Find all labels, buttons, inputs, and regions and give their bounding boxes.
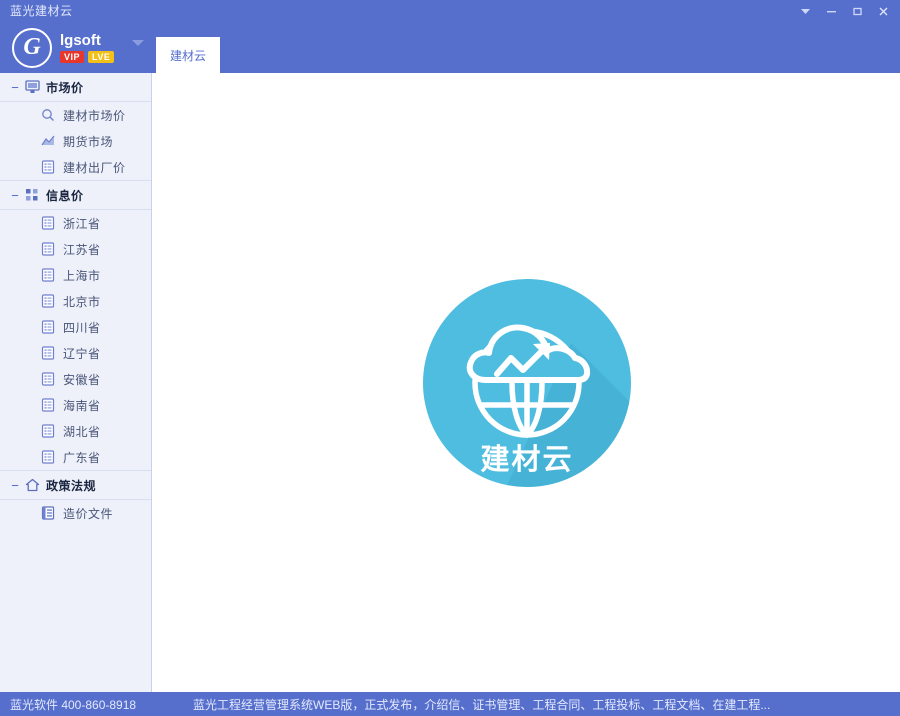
- lve-badge: LVE: [88, 51, 115, 63]
- brand-logo-icon: G: [12, 28, 52, 68]
- sidebar-item-label: 安徽省: [63, 372, 101, 387]
- sidebar-item-zhejiang[interactable]: 浙江省: [0, 210, 151, 236]
- list-icon: [40, 449, 56, 465]
- sidebar-item-label: 浙江省: [63, 216, 101, 231]
- sidebar-group-items-information-price: 浙江省 江苏省 上海市 北京市 四川省 辽宁省 安徽省 海南省 湖北省 广东省: [0, 210, 151, 470]
- list-icon: [40, 293, 56, 309]
- sidebar-group-title: 市场价: [46, 80, 84, 95]
- sidebar-item-hainan[interactable]: 海南省: [0, 392, 151, 418]
- sidebar-item-label: 建材市场价: [63, 108, 126, 123]
- sidebar-group-title: 信息价: [46, 188, 84, 203]
- maximize-icon[interactable]: [844, 0, 870, 22]
- sidebar-group-title: 政策法规: [46, 478, 97, 493]
- brand-mark-letter: G: [23, 34, 41, 60]
- sidebar-item-label: 上海市: [63, 268, 101, 283]
- sidebar[interactable]: − 市场价 建材市场价 期货市场 建材出厂价 − 信息价 浙江省 江苏省 上海市…: [0, 73, 152, 692]
- menu-dropdown-icon[interactable]: [792, 0, 818, 22]
- sidebar-item-label: 四川省: [63, 320, 101, 335]
- home-icon: [22, 477, 42, 493]
- list-icon: [40, 345, 56, 361]
- sidebar-item-building-material-market-price[interactable]: 建材市场价: [0, 102, 151, 128]
- sidebar-item-label: 广东省: [63, 450, 101, 465]
- sidebar-item-shanghai[interactable]: 上海市: [0, 262, 151, 288]
- collapse-toggle-icon[interactable]: −: [8, 189, 22, 202]
- tab-label: 建材云: [170, 48, 207, 63]
- sidebar-item-guangdong[interactable]: 广东省: [0, 444, 151, 470]
- chart-icon: [40, 133, 56, 149]
- list-icon: [40, 241, 56, 257]
- sidebar-item-label: 海南省: [63, 398, 101, 413]
- sidebar-item-label: 造价文件: [63, 506, 114, 521]
- sidebar-group-items-market-price: 建材市场价 期货市场 建材出厂价: [0, 102, 151, 180]
- sidebar-item-hubei[interactable]: 湖北省: [0, 418, 151, 444]
- app-header: G lgsoft VIP LVE 建材云: [0, 22, 900, 73]
- minimize-icon[interactable]: [818, 0, 844, 22]
- sidebar-item-label: 辽宁省: [63, 346, 101, 361]
- sidebar-item-futures-market[interactable]: 期货市场: [0, 128, 151, 154]
- list-icon: [40, 267, 56, 283]
- brand-text-block: lgsoft VIP LVE: [60, 32, 115, 63]
- monitor-icon: [22, 79, 42, 95]
- hero-logo-text: 建材云: [480, 443, 573, 476]
- list-icon: [40, 159, 56, 175]
- status-bar: 蓝光软件 400-860-8918 蓝光工程经营管理系统WEB版，正式发布，介绍…: [0, 692, 900, 716]
- sidebar-item-jiangsu[interactable]: 江苏省: [0, 236, 151, 262]
- sidebar-item-liaoning[interactable]: 辽宁省: [0, 340, 151, 366]
- search-icon: [40, 107, 56, 123]
- sidebar-group-items-policy-regulations: 造价文件: [0, 500, 151, 526]
- content-area: 建材云: [153, 73, 900, 692]
- brand-badges: VIP LVE: [60, 51, 115, 63]
- vip-badge: VIP: [60, 51, 85, 63]
- collapse-toggle-icon[interactable]: −: [8, 81, 22, 94]
- list-icon: [40, 215, 56, 231]
- list-icon: [40, 397, 56, 413]
- sidebar-item-anhui[interactable]: 安徽省: [0, 366, 151, 392]
- document-icon: [40, 505, 56, 521]
- status-contact: 蓝光软件 400-860-8918: [10, 697, 137, 712]
- close-icon[interactable]: [870, 0, 896, 22]
- list-icon: [40, 319, 56, 335]
- chevron-down-icon[interactable]: [132, 40, 144, 46]
- sidebar-item-label: 建材出厂价: [63, 160, 126, 175]
- brand-block[interactable]: G lgsoft VIP LVE: [12, 28, 115, 68]
- list-icon: [40, 371, 56, 387]
- sidebar-item-cost-documents[interactable]: 造价文件: [0, 500, 151, 526]
- sidebar-group-header-market-price[interactable]: − 市场价: [0, 73, 151, 102]
- sidebar-item-label: 江苏省: [63, 242, 101, 257]
- sidebar-item-sichuan[interactable]: 四川省: [0, 314, 151, 340]
- application-window: 蓝光建材云 G lgsoft VIP LVE 建材云 − 市场价 建材市场价 期…: [0, 0, 900, 716]
- window-controls: [792, 0, 896, 22]
- collapse-toggle-icon[interactable]: −: [8, 479, 22, 492]
- title-bar: 蓝光建材云: [0, 0, 900, 22]
- tab-strip: 建材云: [156, 37, 221, 73]
- sidebar-item-beijing[interactable]: 北京市: [0, 288, 151, 314]
- cloud-globe-chart-icon: 建材云: [422, 278, 631, 487]
- sidebar-item-label: 湖北省: [63, 424, 101, 439]
- brand-name: lgsoft: [60, 32, 101, 49]
- tab-jiancaiyun[interactable]: 建材云: [156, 37, 221, 73]
- status-announcement[interactable]: 蓝光工程经营管理系统WEB版，正式发布，介绍信、证书管理、工程合同、工程投标、工…: [153, 696, 900, 713]
- sidebar-item-label: 北京市: [63, 294, 101, 309]
- grid-icon: [22, 187, 42, 203]
- sidebar-item-label: 期货市场: [63, 134, 114, 149]
- sidebar-group-header-information-price[interactable]: − 信息价: [0, 181, 151, 210]
- sidebar-group-header-policy-regulations[interactable]: − 政策法规: [0, 471, 151, 500]
- sidebar-item-factory-price[interactable]: 建材出厂价: [0, 154, 151, 180]
- window-title: 蓝光建材云: [10, 4, 73, 18]
- list-icon: [40, 423, 56, 439]
- hero-logo: 建材云: [422, 278, 631, 487]
